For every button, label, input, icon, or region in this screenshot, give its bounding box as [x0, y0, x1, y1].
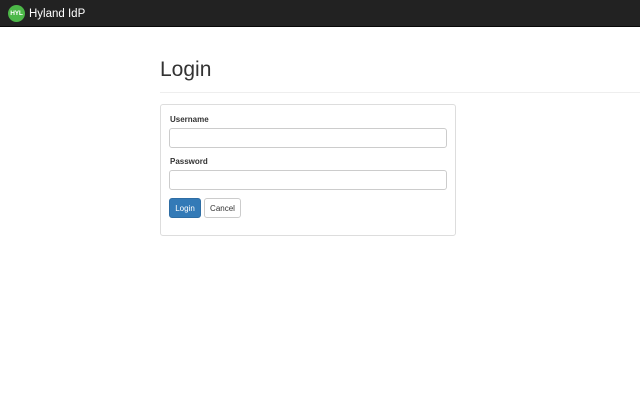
hyland-logo-icon: HYL	[8, 5, 25, 22]
username-label: Username	[170, 115, 209, 124]
password-label: Password	[170, 157, 208, 166]
title-divider	[160, 92, 640, 93]
username-input[interactable]	[169, 128, 447, 148]
login-button[interactable]: Login	[169, 198, 201, 218]
brand-link[interactable]: HYL Hyland IdP	[8, 4, 85, 23]
cancel-button[interactable]: Cancel	[204, 198, 241, 218]
page-title: Login	[160, 58, 212, 81]
top-navbar: HYL Hyland IdP	[0, 0, 640, 27]
password-input[interactable]	[169, 170, 447, 190]
brand-name: Hyland IdP	[29, 7, 86, 20]
login-panel: Username Password Login Cancel	[160, 104, 456, 236]
